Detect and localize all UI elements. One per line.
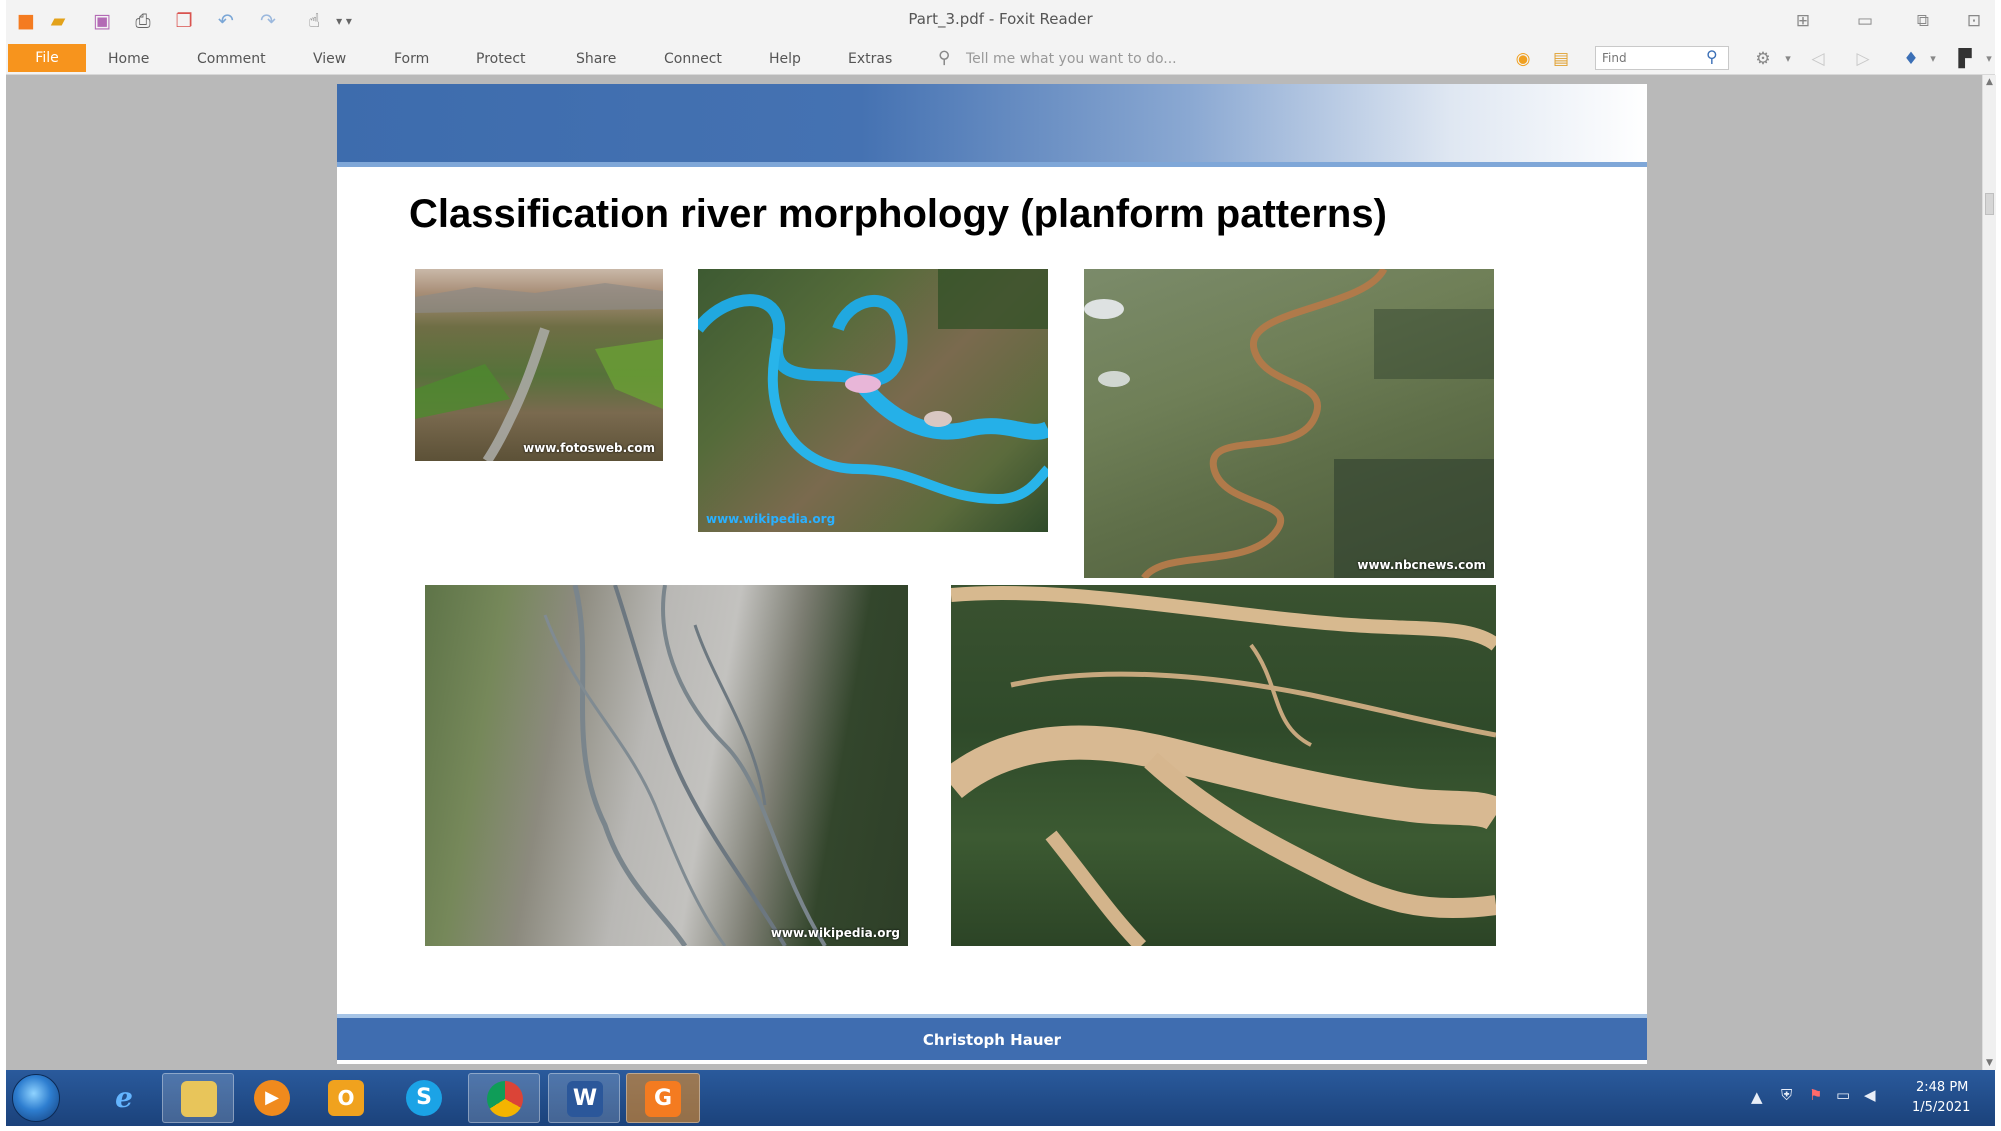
scroll-up-arrow-icon[interactable]: ▲ [1983,77,1996,87]
lightbulb-icon: ⚲ [938,48,951,68]
user-icon[interactable]: ▛ [1953,47,1977,71]
meander-drawing [1084,269,1494,578]
skype-icon: S [406,1080,442,1116]
tab-home[interactable]: Home [108,51,149,67]
tab-form[interactable]: Form [394,51,429,67]
word-icon: W [567,1081,603,1117]
slide-title: Classification river morphology (planfor… [409,192,1387,236]
search-icon[interactable]: ⚲ [1706,47,1718,66]
tab-share[interactable]: Share [576,51,616,67]
start-button[interactable] [12,1074,60,1122]
blue-river-satellite-photo: www.wikipedia.org [698,269,1048,532]
foxit-reader-icon: G [645,1081,681,1117]
photo-watermark: www.fotosweb.com [523,441,655,455]
scroll-down-arrow-icon[interactable]: ▼ [1983,1058,1996,1068]
taskbar-foxit-reader[interactable]: G [626,1073,700,1123]
slide-header-line [337,162,1647,167]
valley-drawing [415,283,663,461]
find-folder-icon[interactable]: ▤ [1549,47,1573,71]
meandering-river-photo: www.nbcnews.com [1084,269,1494,578]
slide-footer-band: Christoph Hauer [337,1018,1647,1060]
window-title: Part_3.pdf - Foxit Reader [908,10,1093,28]
previous-icon[interactable]: ◁ [1806,47,1830,71]
pdf-page: Classification river morphology (planfor… [337,84,1647,1064]
braided-river-photo: www.wikipedia.org [425,585,908,946]
taskbar-outlook[interactable]: O [310,1073,382,1123]
photo-watermark: www.wikipedia.org [706,512,836,526]
tab-comment[interactable]: Comment [197,51,266,67]
taskbar-windows-explorer[interactable] [162,1073,234,1123]
media-player-icon: ▶ [254,1080,290,1116]
taskbar-word[interactable]: W [548,1073,620,1123]
slide-footer-author: Christoph Hauer [922,1031,1062,1049]
clock-date[interactable]: 1/5/2021 [1912,1100,1970,1115]
action-center-icon[interactable]: ⚑ [1809,1086,1822,1104]
photo-watermark: www.wikipedia.org [770,926,900,940]
braided-drawing [543,585,827,946]
taskbar-chrome[interactable] [468,1073,540,1123]
photo-watermark: www.nbcnews.com [1357,558,1486,572]
minimize-icon[interactable]: ▭ [1852,8,1878,34]
vertical-scrollbar[interactable]: ▲ ▼ [1982,75,1996,1070]
windows-taskbar: ℯ ▶ O S W G ▲ ⛨ ⚑ ▭ ◀ 2:48 PM 1/5/2021 [6,1070,1995,1126]
taskbar-internet-explorer[interactable]: ℯ [88,1073,160,1123]
taskbar-skype[interactable]: S [388,1073,460,1123]
title-bar: ■ ▰ ▣ ⎙ ❐ ↶ ↷ ☝ ▾ ▾ Part_3.pdf - Foxit R… [6,0,1995,42]
gear-icon[interactable]: ⚙ [1751,47,1775,71]
folder-icon [181,1081,217,1117]
notification-dropdown-icon[interactable]: ▾ [1921,47,1945,71]
volume-icon[interactable]: ◀ [1864,1086,1876,1104]
notification-icon[interactable]: ♦ [1899,47,1923,71]
mountain-valley-photo: www.fotosweb.com [415,269,663,461]
slide-header-band [337,84,1647,162]
anastomosing-drawing [951,585,1496,946]
outlook-icon: O [328,1080,364,1116]
user-dropdown-icon[interactable]: ▾ [1977,47,2001,71]
tab-help[interactable]: Help [769,51,801,67]
shield-icon[interactable]: ⛨ [1781,1086,1792,1104]
gear-dropdown-icon[interactable]: ▾ [1776,47,1800,71]
ribbon-layout-icon[interactable]: ⊞ [1790,8,1816,34]
network-icon[interactable]: ▭ [1836,1086,1850,1104]
clock-time[interactable]: 2:48 PM [1916,1080,1968,1095]
tab-view[interactable]: View [313,51,346,67]
foxit-reader-window: ■ ▰ ▣ ⎙ ❐ ↶ ↷ ☝ ▾ ▾ Part_3.pdf - Foxit R… [0,0,2001,1131]
tab-file[interactable]: File [8,44,86,72]
tab-extras[interactable]: Extras [848,51,892,67]
chrome-icon [487,1081,523,1117]
anastomosing-river-satellite-photo [951,585,1496,946]
blue-river-drawing [698,269,1048,505]
foxit-account-icon[interactable]: ◉ [1511,47,1535,71]
internet-explorer-icon: ℯ [115,1081,133,1114]
next-icon[interactable]: ▷ [1851,47,1875,71]
ribbon-bar: File Home Comment View Form Protect Shar… [6,42,1995,75]
tell-me-search[interactable]: Tell me what you want to do... [966,51,1177,67]
taskbar-media-player[interactable]: ▶ [236,1073,308,1123]
restore-icon[interactable]: ⧉ [1910,8,1936,34]
tab-protect[interactable]: Protect [476,51,526,67]
tab-connect[interactable]: Connect [664,51,722,67]
close-icon[interactable]: ⊡ [1961,8,1987,34]
show-hidden-icons-icon[interactable]: ▲ [1751,1088,1763,1106]
scroll-thumb[interactable] [1985,193,1994,215]
